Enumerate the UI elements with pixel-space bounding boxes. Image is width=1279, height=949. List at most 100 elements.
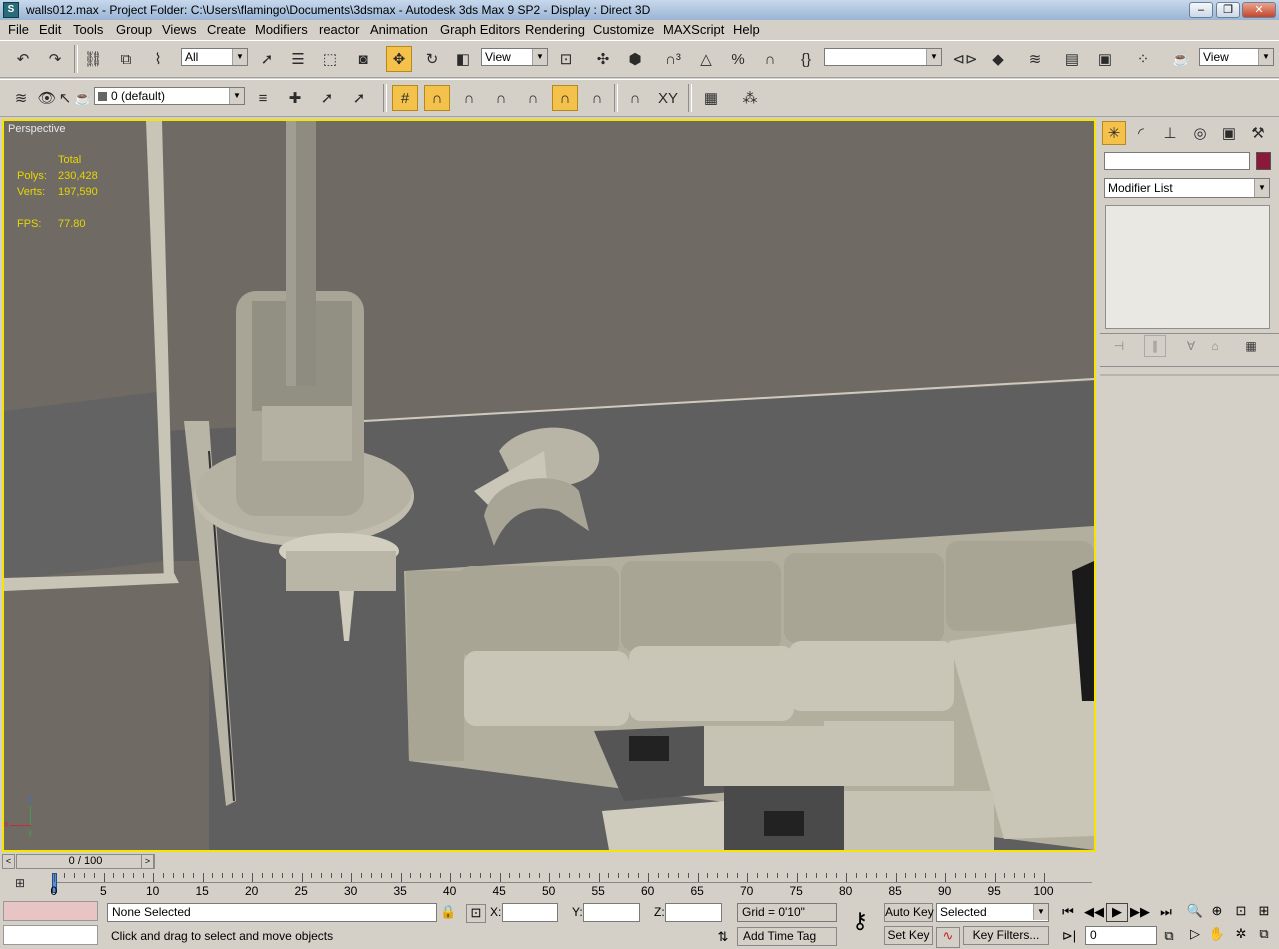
select-and-rotate-icon[interactable]: ↻ bbox=[419, 46, 445, 72]
create-new-layer-icon[interactable]: ≡ bbox=[250, 85, 276, 111]
menu-reactor[interactable]: reactor bbox=[319, 22, 359, 37]
maximize-viewport-icon[interactable]: ⧉ bbox=[1254, 926, 1274, 942]
menu-customize[interactable]: Customize bbox=[593, 22, 654, 37]
auto-key-button[interactable]: Auto Key bbox=[884, 903, 934, 922]
pin-stack-icon[interactable]: ⊣ bbox=[1108, 335, 1130, 357]
layer-manager-icon[interactable]: ≋ bbox=[1022, 46, 1048, 72]
redo-icon[interactable]: ↷ bbox=[42, 46, 68, 72]
maximize-button[interactable]: ❐ bbox=[1216, 2, 1240, 18]
pointer-icon[interactable]: ↖ bbox=[56, 85, 74, 111]
render-region-icon[interactable]: ▦ bbox=[698, 85, 724, 111]
select-and-link-icon[interactable]: ⛓ bbox=[80, 46, 106, 72]
render-view-dropdown[interactable]: View ▼ bbox=[1199, 48, 1274, 66]
constrain-xy-icon[interactable]: XY bbox=[655, 85, 681, 111]
render-scene-icon[interactable]: ☕ bbox=[1168, 46, 1194, 72]
menu-views[interactable]: Views bbox=[162, 22, 196, 37]
menu-group[interactable]: Group bbox=[116, 22, 152, 37]
reference-coordinate-dropdown[interactable]: View ▼ bbox=[481, 48, 548, 66]
midpoint-snap-icon[interactable]: ∩ bbox=[584, 85, 610, 111]
default-in-out-tangents-icon[interactable]: ∿ bbox=[936, 927, 960, 948]
key-filters-button[interactable]: Key Filters... bbox=[963, 926, 1049, 945]
menu-file[interactable]: File bbox=[8, 22, 29, 37]
pivot-snap-icon[interactable]: ∩ bbox=[424, 85, 450, 111]
modifier-list-dropdown[interactable]: Modifier List ▼ bbox=[1104, 178, 1270, 198]
schematic-view-icon[interactable]: ▣ bbox=[1092, 46, 1118, 72]
menu-edit[interactable]: Edit bbox=[39, 22, 61, 37]
menu-create[interactable]: Create bbox=[207, 22, 246, 37]
angle-snap-icon[interactable]: △ bbox=[693, 46, 719, 72]
select-and-scale-icon[interactable]: ◧ bbox=[450, 46, 476, 72]
z-coordinate-field[interactable] bbox=[665, 903, 722, 922]
menu-tools[interactable]: Tools bbox=[73, 22, 103, 37]
select-and-move-icon[interactable]: ✥ bbox=[386, 46, 412, 72]
y-coordinate-field[interactable] bbox=[583, 903, 640, 922]
perspective-viewport[interactable]: Perspective Total Polys: 230,428 Verts: … bbox=[2, 119, 1096, 852]
open-mini-curve-editor-icon[interactable]: ⊞ bbox=[8, 871, 32, 895]
rectangular-selection-icon[interactable]: ⬚ bbox=[317, 46, 343, 72]
object-name-field[interactable] bbox=[1104, 152, 1250, 170]
menu-modifiers[interactable]: Modifiers bbox=[255, 22, 308, 37]
mirror-icon[interactable]: ⊲⊳ bbox=[952, 46, 978, 72]
grid-points-snap-icon[interactable]: # bbox=[392, 85, 418, 111]
unlink-selection-icon[interactable]: ⧉ bbox=[113, 46, 139, 72]
current-frame-field[interactable]: 0 bbox=[1085, 926, 1157, 945]
go-to-end-icon[interactable]: ⏭ bbox=[1156, 904, 1176, 920]
percent-snap-icon[interactable]: % bbox=[725, 46, 751, 72]
snap-to-frozen-icon[interactable]: ∩ bbox=[622, 85, 648, 111]
time-configuration-icon[interactable]: ⧉ bbox=[1160, 928, 1178, 944]
selection-filter-dropdown[interactable]: All ▼ bbox=[181, 48, 248, 66]
bind-to-space-warp-icon[interactable]: ⌇ bbox=[145, 46, 171, 72]
key-mode-dropdown[interactable]: Selected ▼ bbox=[936, 903, 1049, 922]
menu-help[interactable]: Help bbox=[733, 22, 760, 37]
select-and-manipulate-icon[interactable]: ✣ bbox=[590, 46, 616, 72]
set-current-layer-icon[interactable]: ➚ bbox=[346, 85, 372, 111]
add-selection-to-layer-icon[interactable]: ✚ bbox=[282, 85, 308, 111]
eye-icon[interactable]: 👁 bbox=[37, 85, 56, 111]
named-selection-sets-dropdown[interactable]: ▼ bbox=[824, 48, 942, 66]
vertex-snap-icon[interactable]: ∩ bbox=[456, 85, 482, 111]
create-tab-icon[interactable]: ✳ bbox=[1102, 121, 1126, 145]
app-logo-icon[interactable]: S bbox=[3, 2, 19, 18]
zoom-icon[interactable]: 🔍 bbox=[1185, 903, 1205, 919]
particle-view-icon[interactable]: ⁂ bbox=[737, 85, 763, 111]
close-button[interactable]: ✕ bbox=[1242, 2, 1276, 18]
play-icon[interactable]: ▶ bbox=[1106, 903, 1128, 922]
previous-frame-icon[interactable]: ◀◀ bbox=[1084, 904, 1104, 920]
show-end-result-icon[interactable]: ∥ bbox=[1144, 335, 1166, 357]
layer-dropdown[interactable]: 0 (default) ▼ bbox=[94, 87, 245, 105]
time-slider-next-button[interactable]: > bbox=[141, 854, 154, 869]
select-objects-in-layer-icon[interactable]: ➚ bbox=[314, 85, 340, 111]
next-frame-icon[interactable]: ▶▶ bbox=[1130, 904, 1150, 920]
minimize-button[interactable]: ‒ bbox=[1189, 2, 1213, 18]
pan-view-icon[interactable]: ✋ bbox=[1207, 926, 1227, 942]
select-object-icon[interactable]: ➚ bbox=[254, 46, 280, 72]
maxscript-listener-mini[interactable] bbox=[3, 901, 98, 921]
key-mode-toggle-icon[interactable]: ⊳| bbox=[1060, 928, 1078, 944]
face-snap-icon[interactable]: ∩ bbox=[552, 85, 578, 111]
hierarchy-tab-icon[interactable]: ⊥ bbox=[1158, 121, 1182, 145]
menu-maxscript[interactable]: MAXScript bbox=[663, 22, 724, 37]
lock-selection-icon[interactable]: 🔒 bbox=[440, 904, 456, 920]
edit-named-selections-icon[interactable]: {} bbox=[793, 46, 819, 72]
maxscript-input-mini[interactable] bbox=[3, 925, 98, 945]
x-coordinate-field[interactable] bbox=[502, 903, 558, 922]
configure-modifier-sets-icon[interactable]: ▦ bbox=[1240, 335, 1262, 357]
modifier-stack[interactable] bbox=[1105, 205, 1270, 329]
time-slider-prev-button[interactable]: < bbox=[2, 854, 15, 869]
set-key-key-icon[interactable]: ⚷ bbox=[843, 908, 877, 934]
arc-rotate-icon[interactable]: ✲ bbox=[1231, 926, 1251, 942]
window-crossing-icon[interactable]: ◙ bbox=[350, 46, 376, 72]
make-unique-icon[interactable]: ∀ bbox=[1180, 335, 1202, 357]
teapot-icon[interactable]: ☕ bbox=[74, 85, 93, 111]
absolute-mode-icon[interactable]: ⊡ bbox=[466, 904, 486, 923]
layers-icon[interactable]: ≋ bbox=[8, 85, 34, 111]
zoom-extents-icon[interactable]: ⊡ bbox=[1231, 903, 1251, 919]
display-tab-icon[interactable]: ▣ bbox=[1217, 121, 1241, 145]
utilities-tab-icon[interactable]: ⚒ bbox=[1246, 121, 1270, 145]
set-key-button[interactable]: Set Key bbox=[884, 926, 933, 945]
align-icon[interactable]: ◆ bbox=[985, 46, 1011, 72]
menu-graph-editors[interactable]: Graph Editors bbox=[440, 22, 520, 37]
menu-animation[interactable]: Animation bbox=[370, 22, 428, 37]
use-pivot-center-icon[interactable]: ⊡ bbox=[553, 46, 579, 72]
add-time-tag-button[interactable]: Add Time Tag bbox=[737, 927, 837, 946]
